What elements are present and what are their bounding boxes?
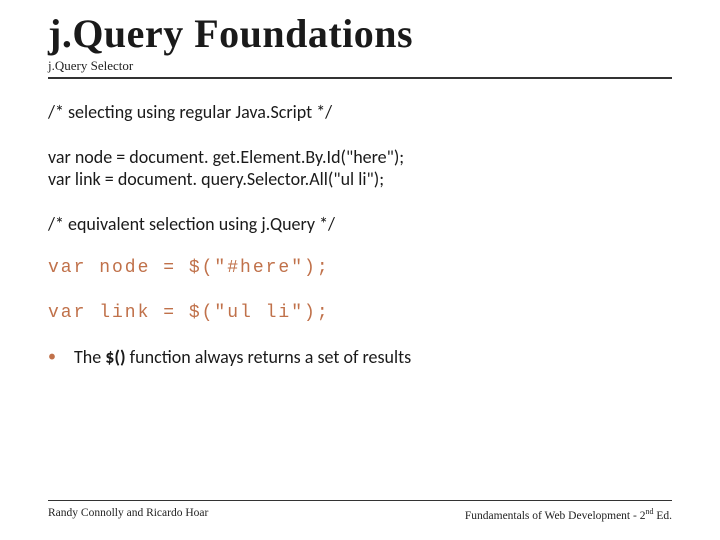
comment-line-1: /* selecting using regular Java.Script *… [48,101,672,124]
code-line-2: var link = document. query.Selector.All(… [48,168,672,191]
bullet-pre: The [74,346,105,368]
jquery-line-1: var node = $("#here"); [48,257,672,280]
footer-right-pre: Fundamentals of Web Development - 2 [465,510,646,522]
page-subtitle: j.Query Selector [48,58,672,74]
bullet-fn: $() [105,346,125,368]
slide: j.Query Foundations j.Query Selector /* … [0,0,720,540]
page-title: j.Query Foundations [48,0,672,56]
title-divider [48,77,672,79]
jquery-line-2-text: var link = $("ul li"); [48,303,330,323]
comment-line-2: /* equivalent selection using j.Query */ [48,213,672,236]
code-line-1: var node = document. get.Element.By.Id("… [48,146,672,169]
bullet-icon: • [48,346,74,368]
footer-divider [48,500,672,501]
jquery-line-1-text: var node = $("#here"); [48,258,330,278]
code-block-js: var node = document. get.Element.By.Id("… [48,146,672,191]
slide-body: /* selecting using regular Java.Script *… [48,101,672,369]
footer-authors: Randy Connolly and Ricardo Hoar [48,507,208,522]
bullet-item: • The $() function always returns a set … [48,346,672,369]
footer-book: Fundamentals of Web Development - 2nd Ed… [465,507,672,522]
bullet-text: The $() function always returns a set of… [74,346,411,369]
footer-row: Randy Connolly and Ricardo Hoar Fundamen… [48,507,672,522]
bullet-post: function always returns a set of results [126,346,412,368]
footer-right-post: Ed. [653,510,672,522]
footer: Randy Connolly and Ricardo Hoar Fundamen… [48,500,672,522]
jquery-line-2: var link = $("ul li"); [48,302,672,325]
